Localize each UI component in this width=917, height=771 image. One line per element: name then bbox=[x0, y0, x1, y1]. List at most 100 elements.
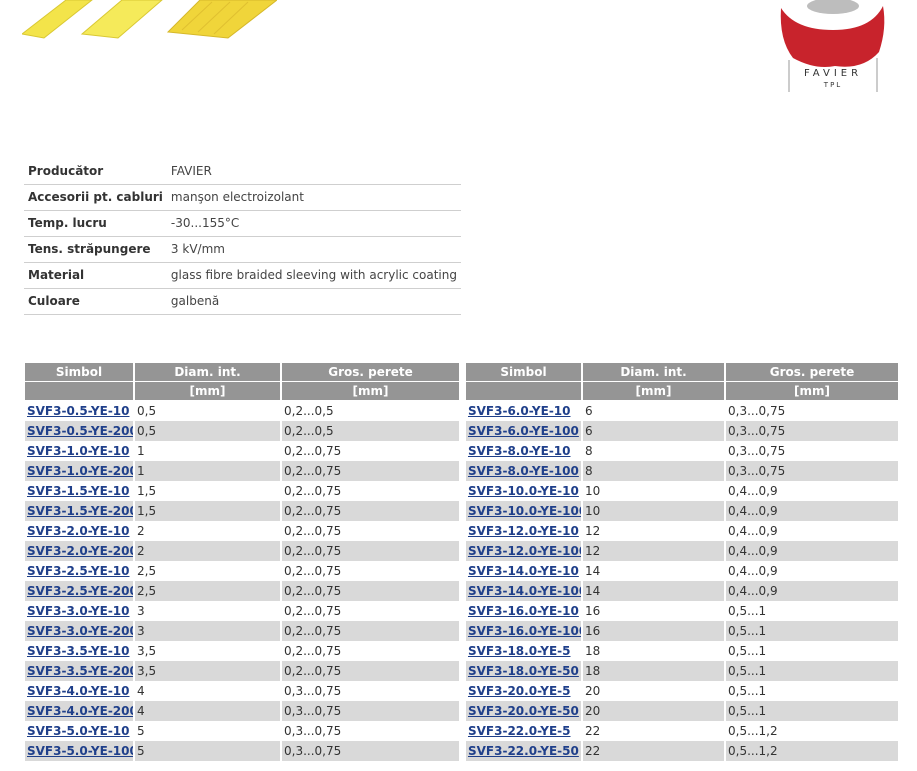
product-link[interactable]: SVF3-2.0-YE-10 bbox=[27, 524, 130, 538]
spec-value: galbenă bbox=[166, 288, 461, 315]
diameter-cell: 14 bbox=[583, 581, 726, 601]
symbol-cell: SVF3-2.0-YE-200 bbox=[25, 541, 135, 561]
product-link[interactable]: SVF3-10.0-YE-100 bbox=[468, 504, 581, 518]
product-link[interactable]: SVF3-14.0-YE-100 bbox=[468, 584, 581, 598]
header-diameter: Diam. int. bbox=[583, 363, 726, 382]
wall-cell: 0,2...0,75 bbox=[284, 564, 342, 578]
product-link[interactable]: SVF3-1.0-YE-200 bbox=[27, 464, 133, 478]
product-link[interactable]: SVF3-14.0-YE-10 bbox=[468, 564, 579, 578]
product-link[interactable]: SVF3-8.0-YE-10 bbox=[468, 444, 571, 458]
product-link[interactable]: SVF3-3.0-YE-200 bbox=[27, 624, 133, 638]
product-link[interactable]: SVF3-2.0-YE-200 bbox=[27, 544, 133, 558]
product-link[interactable]: SVF3-18.0-YE-5 bbox=[468, 644, 571, 658]
product-link[interactable]: SVF3-1.5-YE-10 bbox=[27, 484, 130, 498]
table-row: SVF3-12.0-YE-10 12 0,4...0,9 bbox=[466, 521, 898, 541]
wall-cell: 0,2...0,5 bbox=[282, 421, 459, 441]
product-link[interactable]: SVF3-10.0-YE-10 bbox=[468, 484, 579, 498]
diameter-cell: 2,5 bbox=[135, 581, 282, 601]
product-link[interactable]: SVF3-5.0-YE-10 bbox=[27, 724, 130, 738]
wall-cell: 0,2...0,5 bbox=[284, 404, 334, 418]
product-link[interactable]: SVF3-16.0-YE-100 bbox=[468, 624, 581, 638]
diameter-cell: 5 bbox=[135, 721, 282, 741]
product-link[interactable]: SVF3-8.0-YE-100 bbox=[468, 464, 579, 478]
table-row: SVF3-18.0-YE-5 18 0,5...1 bbox=[466, 641, 898, 661]
unit-symbol bbox=[466, 382, 583, 401]
product-link[interactable]: SVF3-5.0-YE-100 bbox=[27, 744, 133, 758]
product-link[interactable]: SVF3-20.0-YE-50 bbox=[468, 704, 579, 718]
wall-cell: 0,5...1 bbox=[728, 604, 767, 618]
spec-row: Tens. străpungere 3 kV/mm bbox=[24, 236, 461, 263]
diameter-cell: 5 bbox=[135, 741, 282, 761]
table-row: SVF3-4.0-YE-10 4 0,3...0,75 bbox=[25, 681, 459, 701]
diameter-cell: 1,5 bbox=[135, 481, 282, 501]
wall-cell: 0,4...0,9 bbox=[728, 524, 778, 538]
diameter-cell: 3,5 bbox=[135, 641, 282, 661]
product-link[interactable]: SVF3-20.0-YE-5 bbox=[468, 684, 571, 698]
spec-row: Culoare galbenă bbox=[24, 288, 461, 315]
wall-cell: 0,4...0,9 bbox=[728, 564, 778, 578]
diameter-cell: 2,5 bbox=[135, 561, 282, 581]
product-link[interactable]: SVF3-3.5-YE-200 bbox=[27, 664, 133, 678]
table-row: SVF3-14.0-YE-10 14 0,4...0,9 bbox=[466, 561, 898, 581]
product-link[interactable]: SVF3-3.0-YE-10 bbox=[27, 604, 130, 618]
table-row: SVF3-1.0-YE-200 1 0,2...0,75 bbox=[25, 461, 459, 481]
table-row: SVF3-1.0-YE-10 1 0,2...0,75 bbox=[25, 441, 459, 461]
wall-cell: 0,2...0,75 bbox=[284, 444, 342, 458]
product-link[interactable]: SVF3-1.0-YE-10 bbox=[27, 444, 130, 458]
diameter-cell: 12 bbox=[583, 521, 726, 541]
product-table-right: Simbol Diam. int. Gros. perete [mm] [mm]… bbox=[466, 363, 898, 761]
header-diameter: Diam. int. bbox=[135, 363, 282, 382]
table-row: SVF3-5.0-YE-10 5 0,3...0,75 bbox=[25, 721, 459, 741]
product-link[interactable]: SVF3-3.5-YE-10 bbox=[27, 644, 130, 658]
wall-cell: 0,4...0,9 bbox=[726, 501, 898, 521]
diameter-cell: 20 bbox=[583, 681, 726, 701]
product-link[interactable]: SVF3-22.0-YE-50 bbox=[468, 744, 579, 758]
product-link[interactable]: SVF3-6.0-YE-10 bbox=[468, 404, 571, 418]
symbol-cell: SVF3-16.0-YE-100 bbox=[466, 621, 583, 641]
diameter-cell: 22 bbox=[583, 741, 726, 761]
table-row: SVF3-18.0-YE-50 18 0,5...1 bbox=[466, 661, 898, 681]
product-link[interactable]: SVF3-16.0-YE-10 bbox=[468, 604, 579, 618]
wall-cell: 0,3...0,75 bbox=[726, 461, 898, 481]
product-link[interactable]: SVF3-12.0-YE-100 bbox=[468, 544, 581, 558]
symbol-cell: SVF3-3.0-YE-200 bbox=[25, 621, 135, 641]
product-table-left: Simbol Diam. int. Gros. perete [mm] [mm]… bbox=[25, 363, 459, 761]
symbol-cell: SVF3-18.0-YE-5 bbox=[466, 641, 583, 661]
wall-cell: 0,5...1 bbox=[728, 684, 767, 698]
table-row: SVF3-6.0-YE-10 6 0,3...0,75 bbox=[466, 401, 898, 421]
product-link[interactable]: SVF3-2.5-YE-10 bbox=[27, 564, 130, 578]
wall-cell: 0,4...0,9 bbox=[726, 541, 898, 561]
product-link[interactable]: SVF3-4.0-YE-10 bbox=[27, 684, 130, 698]
symbol-cell: SVF3-5.0-YE-100 bbox=[25, 741, 135, 761]
table-units-row: [mm] [mm] bbox=[25, 382, 459, 401]
unit-diameter: [mm] bbox=[135, 382, 282, 401]
symbol-cell: SVF3-1.0-YE-200 bbox=[25, 461, 135, 481]
symbol-cell: SVF3-6.0-YE-100 bbox=[466, 421, 583, 441]
product-link[interactable]: SVF3-1.5-YE-200 bbox=[27, 504, 133, 518]
diameter-cell: 18 bbox=[583, 661, 726, 681]
table-row: SVF3-8.0-YE-100 8 0,3...0,75 bbox=[466, 461, 898, 481]
wall-cell: 0,2...0,75 bbox=[284, 524, 342, 538]
product-link[interactable]: SVF3-18.0-YE-50 bbox=[468, 664, 579, 678]
product-link[interactable]: SVF3-2.5-YE-200 bbox=[27, 584, 133, 598]
table-row: SVF3-3.5-YE-200 3,5 0,2...0,75 bbox=[25, 661, 459, 681]
diameter-cell: 1,5 bbox=[135, 501, 282, 521]
symbol-cell: SVF3-6.0-YE-10 bbox=[466, 401, 583, 421]
product-link[interactable]: SVF3-22.0-YE-5 bbox=[468, 724, 571, 738]
product-link[interactable]: SVF3-4.0-YE-200 bbox=[27, 704, 133, 718]
symbol-cell: SVF3-8.0-YE-100 bbox=[466, 461, 583, 481]
product-link[interactable]: SVF3-12.0-YE-10 bbox=[468, 524, 579, 538]
header-wall: Gros. perete bbox=[726, 363, 898, 382]
spec-value: glass fibre braided sleeving with acryli… bbox=[166, 262, 461, 289]
product-link[interactable]: SVF3-0.5-YE-10 bbox=[27, 404, 130, 418]
product-link[interactable]: SVF3-6.0-YE-100 bbox=[468, 424, 579, 438]
unit-symbol bbox=[25, 382, 135, 401]
product-link[interactable]: SVF3-0.5-YE-200 bbox=[27, 424, 133, 438]
symbol-cell: SVF3-2.5-YE-10 bbox=[25, 561, 135, 581]
symbol-cell: SVF3-18.0-YE-50 bbox=[466, 661, 583, 681]
spec-key: Culoare bbox=[24, 288, 167, 315]
header-symbol: Simbol bbox=[466, 363, 583, 382]
diameter-cell: 4 bbox=[135, 701, 282, 721]
symbol-cell: SVF3-8.0-YE-10 bbox=[466, 441, 583, 461]
diameter-cell: 3 bbox=[135, 601, 282, 621]
